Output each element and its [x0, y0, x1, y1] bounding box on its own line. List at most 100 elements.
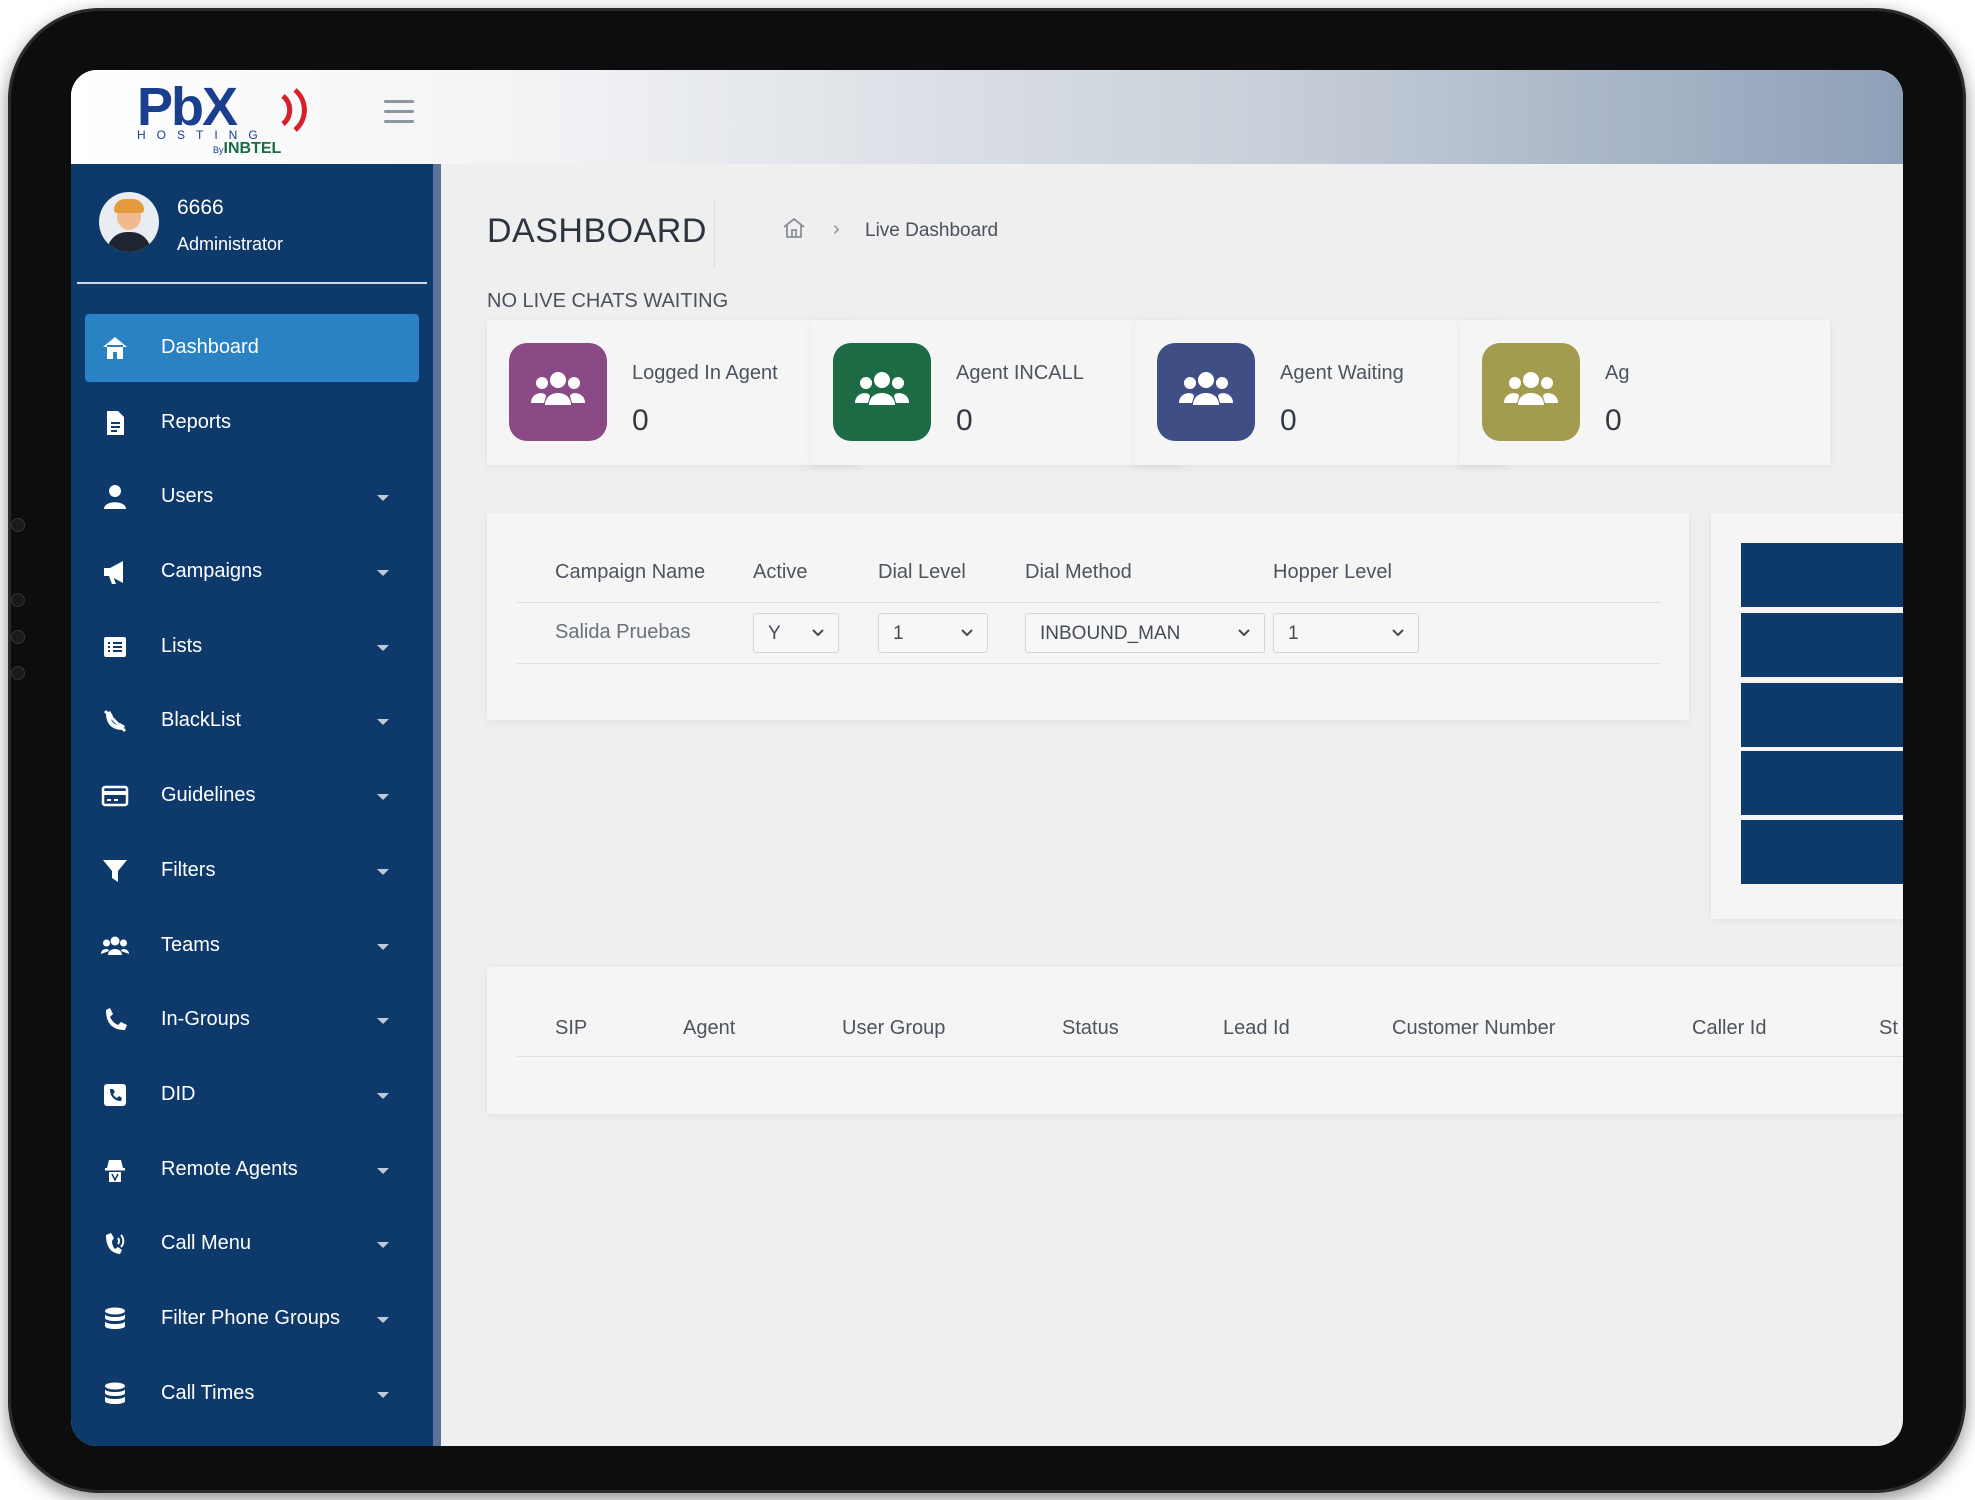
- logo-main-text: PbX: [137, 77, 238, 137]
- sidebar-item-in-groups[interactable]: In-Groups: [85, 986, 419, 1054]
- user-role: Administrator: [177, 234, 284, 254]
- sidebar-item-label: Campaigns: [161, 560, 263, 583]
- column-header: Hopper Level: [1273, 561, 1392, 583]
- sidebar-item-lists[interactable]: Lists: [85, 613, 419, 681]
- stat-card: Agent Waiting 0: [1135, 320, 1505, 465]
- phone-volume-icon: [106, 1233, 125, 1255]
- users-group-icon: [1482, 343, 1580, 441]
- device-side-button: [11, 518, 25, 532]
- main-content: DASHBOARD › Live Dashboard NO LIVE CHATS…: [441, 164, 1903, 1446]
- side-action-button[interactable]: [1741, 683, 1903, 747]
- sidebar-item-campaigns[interactable]: Campaigns: [85, 538, 419, 606]
- sidebar-item-remote-agents[interactable]: Remote Agents: [85, 1136, 419, 1204]
- sidebar-item-reports[interactable]: Reports: [85, 389, 419, 457]
- sidebar-item-label: Guidelines: [161, 784, 256, 807]
- caret-down-icon: [377, 570, 389, 577]
- column-header: User Group: [842, 1017, 946, 1039]
- caret-down-icon: [377, 868, 389, 875]
- home-icon: [103, 337, 127, 359]
- sidebar-item-call-menu[interactable]: Call Menu: [85, 1210, 419, 1278]
- device-side-button: [11, 666, 25, 680]
- caret-down-icon: [377, 943, 389, 950]
- sidebar-item-filter-phone-groups[interactable]: Filter Phone Groups: [85, 1285, 419, 1353]
- column-header: Active: [753, 561, 808, 583]
- sidebar-item-label: Filters: [161, 858, 216, 881]
- header-divider: [517, 602, 1661, 603]
- stat-card: Logged In Agent 0: [487, 320, 857, 465]
- title-divider: [714, 198, 715, 268]
- sidebar-item-call-times[interactable]: Call Times: [85, 1360, 419, 1428]
- column-header: Dial Method: [1025, 561, 1132, 583]
- side-action-button[interactable]: [1741, 820, 1903, 884]
- database-icon: [105, 1307, 125, 1329]
- active-select[interactable]: Y: [753, 613, 839, 653]
- home-icon[interactable]: [781, 216, 807, 240]
- agent-icon: [105, 1159, 125, 1182]
- sidebar-item-label: Call Times: [161, 1381, 255, 1404]
- stat-value: 0: [632, 404, 649, 437]
- sidebar-item-label: Teams: [161, 933, 220, 956]
- filter-icon: [103, 859, 127, 882]
- card-icon: [101, 785, 129, 807]
- chat-status-text: NO LIVE CHATS WAITING: [487, 290, 729, 312]
- dial-level-select[interactable]: 1: [878, 613, 988, 653]
- stat-label: Agent INCALL: [956, 362, 1084, 384]
- sidebar-item-blacklist[interactable]: BlackList: [85, 687, 419, 755]
- sidebar-item-did[interactable]: DID: [85, 1061, 419, 1129]
- sidebar-item-label: BlackList: [161, 709, 242, 732]
- chevron-down-icon: [1238, 629, 1250, 637]
- pbx-logo[interactable]: PbX HOSTING ByINBTEL: [137, 80, 327, 158]
- device-side-button: [11, 593, 25, 607]
- column-header: Customer Number: [1392, 1017, 1556, 1039]
- sidebar-item-dashboard[interactable]: Dashboard: [85, 314, 419, 382]
- column-header: Campaign Name: [555, 561, 706, 583]
- chevron-down-icon: [961, 629, 973, 637]
- side-action-button[interactable]: [1741, 543, 1903, 607]
- row-divider: [517, 663, 1661, 664]
- sidebar-item-users[interactable]: Users: [85, 463, 419, 531]
- app-screen: PbX HOSTING ByINBTEL 6666 Administrator …: [71, 70, 1903, 1446]
- stat-label: Logged In Agent: [632, 362, 778, 384]
- sidebar-item-filters[interactable]: Filters: [85, 837, 419, 905]
- column-header: Lead Id: [1223, 1017, 1290, 1039]
- caret-down-icon: [377, 1092, 389, 1099]
- stat-card: Agent INCALL 0: [811, 320, 1181, 465]
- caret-down-icon: [377, 719, 389, 726]
- sidebar-item-label: Remote Agents: [161, 1157, 298, 1180]
- caret-down-icon: [377, 495, 389, 502]
- caret-down-icon: [377, 1391, 389, 1398]
- user-profile[interactable]: 6666 Administrator: [77, 164, 427, 284]
- chevron-right-icon: ›: [833, 218, 840, 240]
- chevron-down-icon: [812, 629, 824, 637]
- stat-label: Agent Waiting: [1280, 362, 1404, 384]
- sidebar-item-label: Lists: [161, 634, 203, 657]
- device-side-button: [11, 630, 25, 644]
- column-header: Status: [1062, 1017, 1119, 1039]
- sidebar-item-label: Filter Phone Groups: [161, 1306, 340, 1329]
- top-bar: PbX HOSTING ByINBTEL: [71, 70, 1903, 164]
- caret-down-icon: [377, 1316, 389, 1323]
- sidebar: 6666 Administrator Dashboard Reports Users…: [71, 164, 441, 1446]
- menu-toggle-icon[interactable]: [384, 100, 414, 124]
- sidebar-item-label: In-Groups: [161, 1008, 250, 1031]
- users-group-icon: [509, 343, 607, 441]
- campaign-name-cell: Salida Pruebas: [555, 621, 691, 643]
- side-action-button[interactable]: [1741, 751, 1903, 815]
- avatar: [99, 192, 159, 252]
- hopper-level-select[interactable]: 1: [1273, 613, 1419, 653]
- column-header: Caller Id: [1692, 1017, 1767, 1039]
- megaphone-icon: [104, 561, 123, 585]
- dial-method-select[interactable]: INBOUND_MAN: [1025, 613, 1265, 653]
- signal-waves-icon: [281, 88, 307, 132]
- side-action-button[interactable]: [1741, 613, 1903, 677]
- sidebar-item-teams[interactable]: Teams: [85, 912, 419, 980]
- stat-value: 0: [1605, 404, 1622, 437]
- caret-down-icon: [377, 1242, 389, 1249]
- sidebar-menu: Dashboard Reports Users Campaigns Lists Black…: [85, 314, 419, 1434]
- caret-down-icon: [377, 1167, 389, 1174]
- sidebar-item-guidelines[interactable]: Guidelines: [85, 762, 419, 830]
- page-title: DASHBOARD: [487, 212, 707, 250]
- breadcrumb-current: Live Dashboard: [865, 220, 999, 241]
- stat-value: 0: [956, 404, 973, 437]
- phone-icon: [106, 1008, 127, 1031]
